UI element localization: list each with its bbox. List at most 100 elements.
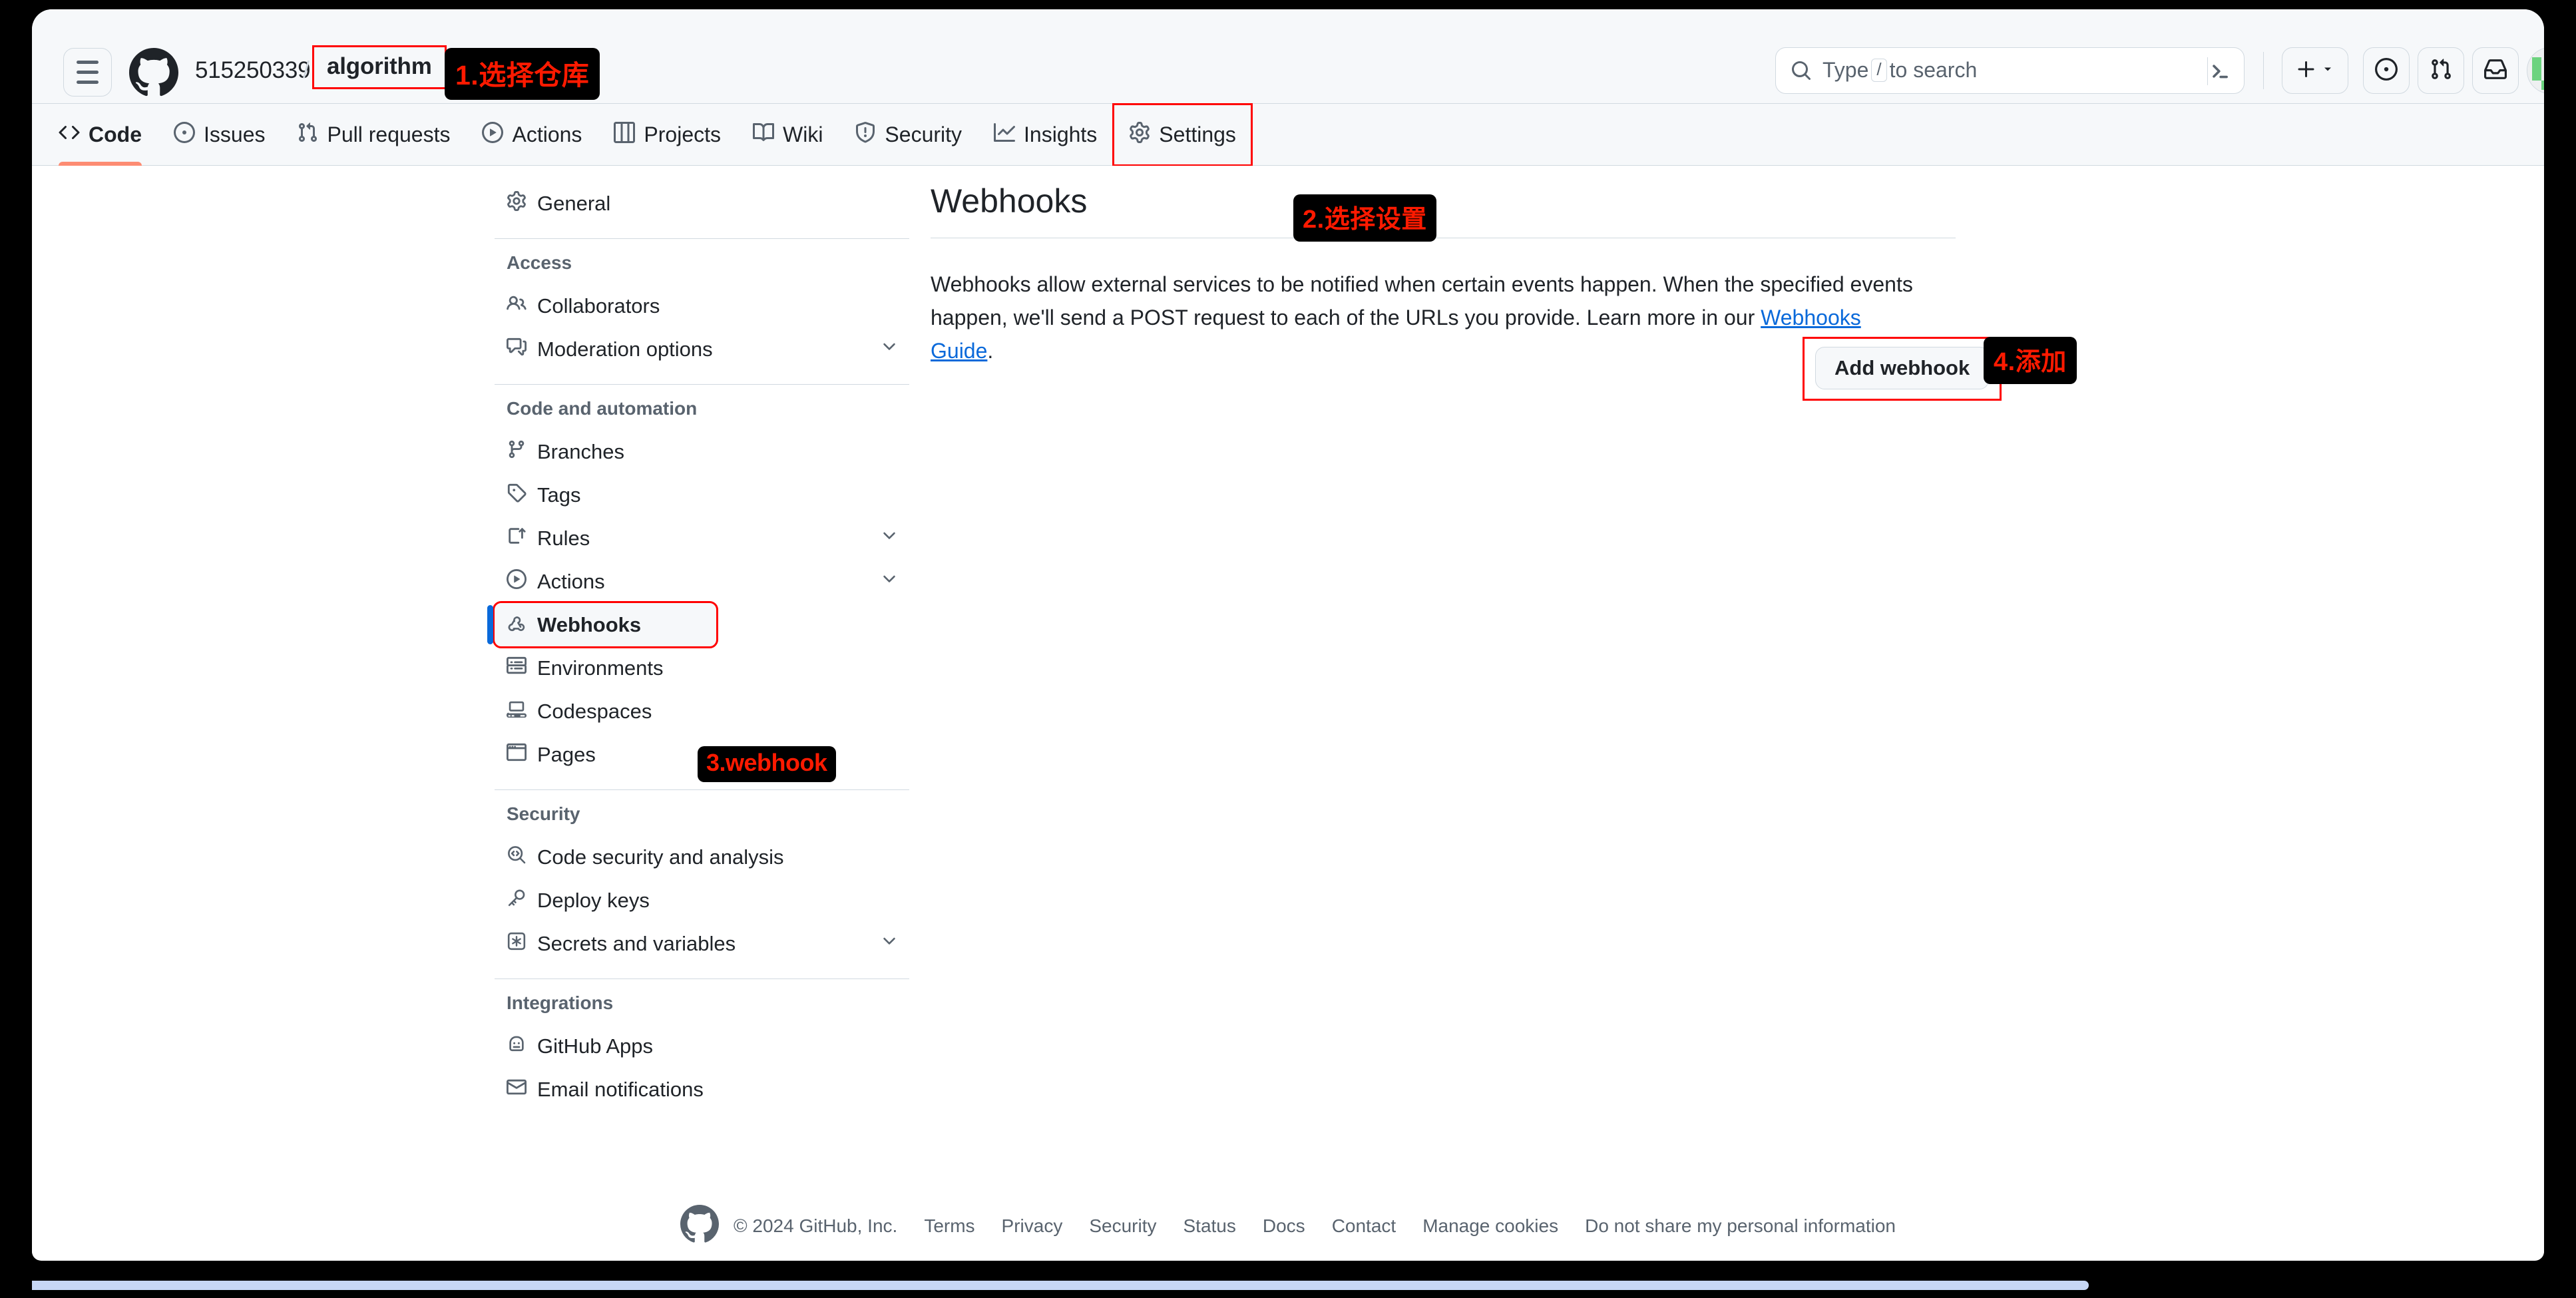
footer-copyright: © 2024 GitHub, Inc. [734, 1215, 897, 1237]
server-icon [507, 656, 527, 681]
issues-button[interactable] [2363, 47, 2410, 94]
tab-label: Actions [512, 122, 582, 147]
sidebar-item-label: Actions [537, 570, 605, 594]
git-branch-icon [507, 439, 527, 465]
table-icon [614, 122, 635, 148]
github-logo-icon [680, 1205, 719, 1247]
sidebar-item-label: Secrets and variables [537, 932, 736, 956]
codespaces-icon [507, 699, 527, 724]
sidebar-item-collaborators[interactable]: Collaborators [495, 284, 911, 327]
sidebar-divider [495, 978, 909, 979]
page-body: General Access Collaborators Moderation … [32, 166, 2544, 1260]
footer-link-security[interactable]: Security [1089, 1215, 1156, 1237]
tab-label: Security [885, 122, 962, 147]
hubot-icon [507, 1034, 527, 1059]
sidebar-item-environments[interactable]: Environments [495, 646, 911, 690]
tab-pull-requests[interactable]: Pull requests [281, 104, 466, 166]
tab-security[interactable]: Security [839, 104, 978, 166]
tab-insights[interactable]: Insights [978, 104, 1113, 166]
footer-link-manage-cookies[interactable]: Manage cookies [1422, 1215, 1558, 1237]
tab-label: Code [89, 122, 142, 147]
sidebar-group-integrations: Integrations GitHub Apps Email notificat… [495, 992, 911, 1111]
sidebar-item-label: Pages [537, 743, 596, 767]
hamburger-icon-bar [77, 71, 99, 74]
sidebar-item-webhooks[interactable]: Webhooks [495, 603, 716, 646]
issue-opened-icon [2375, 58, 2398, 84]
sidebar-divider [495, 238, 909, 239]
breadcrumb-separator: / [303, 56, 310, 84]
browser-icon [507, 742, 527, 767]
repo-owner-link[interactable]: 515250339 [195, 57, 310, 84]
sidebar-item-code-security-and-analysis[interactable]: Code security and analysis [495, 835, 911, 879]
sidebar-item-codespaces[interactable]: Codespaces [495, 690, 911, 733]
sidebar-item-secrets-and-variables[interactable]: Secrets and variables [495, 922, 911, 965]
search-icon [1791, 60, 1812, 81]
sidebar-item-label: Collaborators [537, 294, 660, 318]
tab-label: Projects [644, 122, 721, 147]
tab-label: Issues [204, 122, 265, 147]
sidebar-item-email-notifications[interactable]: Email notifications [495, 1068, 911, 1111]
chevron-down-icon [2321, 63, 2334, 79]
issue-opened-icon [174, 122, 195, 148]
annotation-badge-3: 3.webhook [698, 746, 836, 782]
footer-link-do-not-share[interactable]: Do not share my personal information [1585, 1215, 1896, 1237]
scrollbar-thumb[interactable] [32, 1281, 2089, 1290]
repo-name-link[interactable]: algorithm [314, 47, 445, 87]
chevron-down-icon[interactable] [880, 932, 899, 956]
comment-discussion-icon [507, 337, 527, 362]
tab-wiki[interactable]: Wiki [737, 104, 839, 166]
create-new-button[interactable] [2282, 47, 2348, 94]
sidebar-item-rules[interactable]: Rules [495, 517, 911, 560]
sidebar-divider [495, 384, 909, 385]
page-footer: © 2024 GitHub, Inc. Terms Privacy Securi… [32, 1205, 2544, 1247]
add-webhook-button[interactable]: Add webhook [1815, 347, 1989, 389]
footer-link-contact[interactable]: Contact [1332, 1215, 1396, 1237]
description-text-after: . [987, 339, 993, 363]
hamburger-menu-button[interactable] [63, 48, 112, 97]
webhooks-description: Webhooks allow external services to be n… [931, 268, 1929, 368]
people-icon [507, 294, 527, 319]
horizontal-scrollbar[interactable] [32, 1281, 2544, 1290]
browser-window: 515250339 / algorithm 1.选择仓库 Type/to sea… [32, 9, 2544, 1261]
pull-requests-button[interactable] [2418, 47, 2464, 94]
terminal-icon[interactable] [2208, 59, 2232, 83]
user-avatar[interactable] [2527, 47, 2544, 94]
sidebar-item-moderation-options[interactable]: Moderation options [495, 327, 911, 371]
inbox-icon [2484, 58, 2507, 84]
play-icon [507, 569, 527, 594]
sidebar-item-github-apps[interactable]: GitHub Apps [495, 1024, 911, 1068]
sidebar-item-label: Deploy keys [537, 889, 650, 913]
annotation-badge-4: 4.添加 [1984, 337, 2077, 384]
sidebar-item-actions[interactable]: Actions [495, 560, 911, 603]
rules-icon [507, 526, 527, 551]
tab-issues[interactable]: Issues [158, 104, 281, 166]
footer-link-docs[interactable]: Docs [1263, 1215, 1305, 1237]
header-divider [2263, 52, 2264, 89]
play-icon [482, 122, 503, 148]
github-logo-icon[interactable] [129, 48, 178, 97]
chevron-down-icon[interactable] [880, 527, 899, 550]
sidebar-item-general[interactable]: General [495, 182, 911, 225]
app-header: 515250339 / algorithm 1.选择仓库 Type/to sea… [32, 9, 2544, 104]
sidebar-item-label: Webhooks [537, 613, 641, 637]
sidebar-item-deploy-keys[interactable]: Deploy keys [495, 879, 911, 922]
sidebar-item-tags[interactable]: Tags [495, 473, 911, 517]
footer-link-status[interactable]: Status [1183, 1215, 1236, 1237]
chevron-down-icon[interactable] [880, 337, 899, 361]
sidebar-item-label: Branches [537, 440, 624, 464]
footer-link-privacy[interactable]: Privacy [1002, 1215, 1063, 1237]
tab-settings[interactable]: Settings [1113, 104, 1252, 166]
sidebar-heading: Access [495, 252, 911, 274]
footer-link-terms[interactable]: Terms [924, 1215, 974, 1237]
search-input[interactable]: Type/to search [1775, 47, 2245, 94]
chevron-down-icon[interactable] [880, 570, 899, 594]
sidebar-divider [495, 789, 909, 790]
notifications-button[interactable] [2472, 47, 2519, 94]
sidebar-item-branches[interactable]: Branches [495, 430, 911, 473]
page-title: Webhooks [931, 182, 1956, 238]
sidebar-item-label: Email notifications [537, 1078, 704, 1102]
tab-projects[interactable]: Projects [598, 104, 737, 166]
tab-actions[interactable]: Actions [466, 104, 598, 166]
tab-label: Insights [1024, 122, 1097, 147]
tab-code[interactable]: Code [43, 104, 158, 166]
